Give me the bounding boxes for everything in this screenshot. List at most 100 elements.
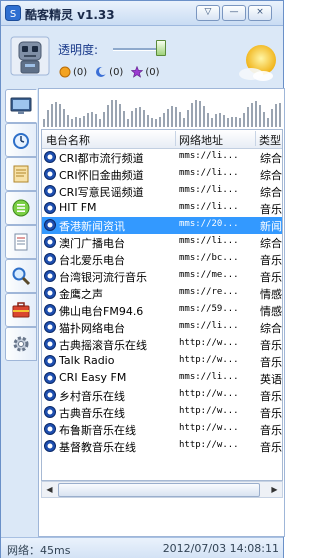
table-row[interactable]: HIT FM mms://li... 音乐 [42,200,282,217]
scroll-right-icon[interactable]: ▶ [267,482,282,497]
station-name: CRI怀旧金曲频道 [59,169,144,182]
document-icon [14,233,28,251]
station-name: CRI写意民谣频道 [59,186,144,199]
spectrum-bar [147,115,149,127]
robot-avatar-icon[interactable] [10,36,50,76]
radio-station-icon [44,270,56,282]
spectrum-bar [131,111,133,127]
table-row[interactable]: 猫扑网络电台 mms://li... 综合 [42,319,282,336]
spectrum-bar [215,114,217,127]
table-row[interactable]: 乡村音乐在线 http://w... 音乐 [42,387,282,404]
column-header-type[interactable]: 类型 [259,132,281,148]
station-type: 音乐 [260,390,282,403]
close-button[interactable]: × [248,5,272,21]
table-row[interactable]: CRI Easy FM mms://li... 英语 [42,370,282,387]
spectrum-bar [103,112,105,127]
list-header: 电台名称 网络地址 类型 [42,130,282,149]
radio-station-icon [44,355,56,367]
spectrum-bar [107,105,109,127]
spectrum-bar [87,113,89,127]
radio-station-icon [44,287,56,299]
orange-circle-icon [59,66,71,78]
table-row[interactable]: 台湾银河流行音乐 mms://me... 音乐 [42,268,282,285]
status-count-orange: (0) [59,66,87,78]
spectrum-bar [207,113,209,127]
station-type: 英语 [260,373,282,386]
spectrum-bar [251,103,253,127]
station-list[interactable]: 电台名称 网络地址 类型 CRI都市流行频道 mms://li... 综合 CRI怀旧… [41,129,283,481]
scroll-left-icon[interactable]: ◀ [42,482,57,497]
table-row[interactable]: CRI写意民谣频道 mms://li... 综合 [42,183,282,200]
spectrum-bar [55,102,57,127]
title-bar[interactable]: S 酷客精灵 v1.33 ▽ — × [1,1,283,26]
spectrum-bar [235,117,237,127]
spectrum-bar [139,107,141,127]
station-url: mms://bc... [179,253,239,263]
table-row[interactable]: 佛山电台FM94.6 mms://59... 情感 [42,302,282,319]
column-header-url[interactable]: 网络地址 [179,132,223,148]
scroll-thumb[interactable] [58,483,260,497]
tab-settings[interactable] [5,327,37,361]
spectrum-bar [255,101,257,127]
tab-list[interactable] [5,191,37,225]
station-name: HIT FM [59,201,97,214]
radio-panel: 电台名称 网络地址 类型 CRI都市流行频道 mms://li... 综合 CRI怀旧… [38,88,285,537]
radio-station-icon [44,236,56,248]
tab-notes[interactable] [5,157,37,191]
table-row[interactable]: 金鹰之声 mms://re... 情感 [42,285,282,302]
table-row[interactable]: 古典摇滚音乐在线 http://w... 音乐 [42,336,282,353]
spectrum-bar [223,115,225,127]
spectrum-bar [43,119,45,127]
radio-station-icon [44,202,56,214]
station-url: http://w... [179,355,239,365]
table-row[interactable]: 古典音乐在线 http://w... 音乐 [42,404,282,421]
table-row[interactable]: 台北爱乐电台 mms://bc... 音乐 [42,251,282,268]
station-name: 佛山电台FM94.6 [59,305,144,318]
tab-clock[interactable] [5,123,37,157]
table-row[interactable]: 香港新闻资讯 mms://20... 新闻 [42,217,282,234]
tab-toolbox[interactable] [5,293,37,327]
spectrum-bar [267,118,269,127]
tab-search[interactable] [5,259,37,293]
station-url: mms://li... [179,185,239,195]
menu-button[interactable]: ▽ [196,5,220,21]
network-latency: 网络：45ms [7,544,71,557]
spectrum-bar [279,103,281,127]
table-row[interactable]: 布鲁斯音乐在线 http://w... 音乐 [42,421,282,438]
spectrum-bar [219,113,221,127]
table-row[interactable]: 澳门广播电台 mms://li... 综合 [42,234,282,251]
spectrum-bar [67,115,69,127]
spectrum-bar [183,118,185,127]
spectrum-bar [151,118,153,127]
station-type: 综合 [260,152,282,165]
spectrum-bar [203,106,205,127]
column-divider[interactable] [175,131,176,146]
spectrum-bar [263,112,265,127]
table-row[interactable]: CRI怀旧金曲频道 mms://li... 综合 [42,166,282,183]
station-url: mms://re... [179,287,239,297]
station-type: 综合 [260,169,282,182]
minimize-button[interactable]: — [222,5,246,21]
station-url: http://w... [179,389,239,399]
station-url: mms://59... [179,304,239,314]
column-header-name[interactable]: 电台名称 [46,132,90,148]
table-row[interactable]: 基督教音乐在线 http://w... 音乐 [42,438,282,455]
radio-station-icon [44,185,56,197]
radio-station-icon [44,219,56,231]
horizontal-scrollbar[interactable]: ◀ ▶ [41,481,283,498]
table-row[interactable]: CRI都市流行频道 mms://li... 综合 [42,149,282,166]
spectrum-bar [51,104,53,127]
station-url: mms://li... [179,168,239,178]
spectrum-bar [111,100,113,127]
spectrum-bar [167,109,169,127]
station-type: 音乐 [260,407,282,420]
search-icon [12,267,31,286]
tab-document[interactable] [5,225,37,259]
table-row[interactable]: Talk Radio http://w... 音乐 [42,353,282,370]
tab-radio[interactable] [5,89,37,123]
station-type: 情感 [260,288,282,301]
transparency-slider-knob[interactable] [156,40,166,56]
column-divider[interactable] [255,131,256,146]
alarm-clock-icon [13,133,29,149]
station-url: mms://me... [179,270,239,280]
